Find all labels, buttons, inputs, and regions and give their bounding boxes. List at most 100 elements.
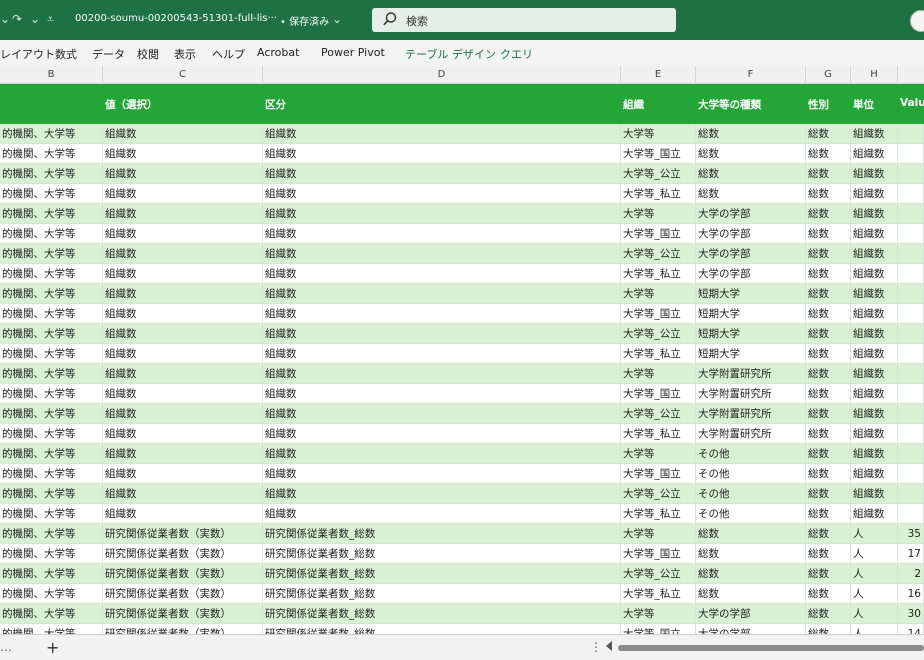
cell-value[interactable] <box>898 404 924 424</box>
cell-g[interactable]: 総数 <box>806 244 851 264</box>
cell-h[interactable]: 組織数 <box>851 384 898 404</box>
cell-e[interactable]: 大学等_私立 <box>621 584 696 604</box>
menu-query[interactable]: クエリ <box>500 46 533 62</box>
cell-c[interactable]: 研究関係従業者数（実数） <box>103 564 263 584</box>
cell-c[interactable]: 組織数 <box>103 204 263 224</box>
cell-f[interactable]: 大学の学部 <box>696 204 806 224</box>
cell-f[interactable]: 総数 <box>696 584 806 604</box>
cell-c[interactable]: 組織数 <box>103 444 263 464</box>
cell-f[interactable]: 大学の学部 <box>696 244 806 264</box>
cell-e[interactable]: 大学等_国立 <box>621 464 696 484</box>
column-header-g[interactable]: G <box>806 66 851 84</box>
cell-c[interactable]: 組織数 <box>103 464 263 484</box>
cell-d[interactable]: 研究関係従業者数_総数 <box>263 564 621 584</box>
cell-c[interactable]: 組織数 <box>103 164 263 184</box>
cell-g[interactable]: 総数 <box>806 484 851 504</box>
menu-power-pivot[interactable]: Power Pivot <box>321 46 385 59</box>
cell-c[interactable]: 研究関係従業者数（実数） <box>103 524 263 544</box>
cell-e[interactable]: 大学等_公立 <box>621 404 696 424</box>
chevron-down-icon[interactable]: ⌄ <box>332 12 342 26</box>
cell-value[interactable] <box>898 424 924 444</box>
cell-f[interactable]: 大学附置研究所 <box>696 384 806 404</box>
cell-b[interactable]: 的機関、大学等 <box>0 184 103 204</box>
redo-dropdown-icon[interactable]: ⌄ <box>30 12 40 26</box>
cell-h[interactable]: 組織数 <box>851 484 898 504</box>
cell-d[interactable]: 組織数 <box>263 144 621 164</box>
menu-acrobat[interactable]: Acrobat <box>257 46 299 59</box>
cell-value[interactable] <box>898 444 924 464</box>
cell-f[interactable]: その他 <box>696 484 806 504</box>
cell-h[interactable]: 組織数 <box>851 324 898 344</box>
save-status[interactable]: • 保存済み <box>280 13 329 28</box>
cell-value[interactable] <box>898 144 924 164</box>
cell-d[interactable]: 研究関係従業者数_総数 <box>263 544 621 564</box>
cell-g[interactable]: 総数 <box>806 264 851 284</box>
cell-c[interactable]: 組織数 <box>103 344 263 364</box>
add-sheet-button[interactable]: + <box>46 638 59 657</box>
cell-h[interactable]: 組織数 <box>851 464 898 484</box>
cell-b[interactable]: 的機関、大学等 <box>0 404 103 424</box>
cell-d[interactable]: 組織数 <box>263 404 621 424</box>
cell-e[interactable]: 大学等_国立 <box>621 624 696 634</box>
cell-b[interactable]: 的機関、大学等 <box>0 484 103 504</box>
cell-d[interactable]: 組織数 <box>263 384 621 404</box>
cell-e[interactable]: 大学等_公立 <box>621 324 696 344</box>
file-name[interactable]: 00200-soumu-00200543-51301-full-lis··· <box>75 13 277 24</box>
cell-value[interactable]: 14 <box>898 624 924 634</box>
cell-value[interactable] <box>898 164 924 184</box>
column-header-e[interactable]: E <box>621 66 696 84</box>
cell-g[interactable]: 総数 <box>806 144 851 164</box>
sheet-list-ellipsis[interactable]: … <box>0 640 12 654</box>
cell-g[interactable]: 総数 <box>806 424 851 444</box>
avatar[interactable] <box>910 10 924 32</box>
cell-h[interactable]: 組織数 <box>851 164 898 184</box>
cell-f[interactable]: 大学の学部 <box>696 604 806 624</box>
cell-value[interactable] <box>898 124 924 144</box>
cell-f[interactable]: 短期大学 <box>696 324 806 344</box>
cell-d[interactable]: 組織数 <box>263 364 621 384</box>
search-box[interactable]: 検索 <box>372 8 676 32</box>
cell-e[interactable]: 大学等_私立 <box>621 184 696 204</box>
cell-e[interactable]: 大学等 <box>621 524 696 544</box>
header-university-type[interactable]: 大学等の種類 <box>698 97 761 112</box>
header-category[interactable]: 区分 <box>265 97 286 112</box>
cell-g[interactable]: 総数 <box>806 304 851 324</box>
cell-e[interactable]: 大学等_私立 <box>621 424 696 444</box>
cell-e[interactable]: 大学等 <box>621 124 696 144</box>
cell-d[interactable]: 組織数 <box>263 204 621 224</box>
menu-data[interactable]: データ <box>92 46 125 62</box>
cell-g[interactable]: 総数 <box>806 444 851 464</box>
cell-h[interactable]: 人 <box>851 584 898 604</box>
cell-d[interactable]: 組織数 <box>263 284 621 304</box>
cell-h[interactable]: 組織数 <box>851 184 898 204</box>
cell-h[interactable]: 組織数 <box>851 264 898 284</box>
cell-f[interactable]: 短期大学 <box>696 304 806 324</box>
cell-b[interactable]: 的機関、大学等 <box>0 124 103 144</box>
cell-e[interactable]: 大学等_国立 <box>621 384 696 404</box>
cell-h[interactable]: 組織数 <box>851 144 898 164</box>
cell-h[interactable]: 人 <box>851 564 898 584</box>
cell-e[interactable]: 大学等_公立 <box>621 164 696 184</box>
cell-e[interactable]: 大学等_私立 <box>621 504 696 524</box>
cell-value[interactable] <box>898 244 924 264</box>
cell-c[interactable]: 研究関係従業者数（実数） <box>103 544 263 564</box>
cell-e[interactable]: 大学等_公立 <box>621 484 696 504</box>
cell-h[interactable]: 組織数 <box>851 404 898 424</box>
cell-d[interactable]: 組織数 <box>263 324 621 344</box>
cell-b[interactable]: 的機関、大学等 <box>0 544 103 564</box>
cell-h[interactable]: 組織数 <box>851 244 898 264</box>
cell-e[interactable]: 大学等_公立 <box>621 564 696 584</box>
cell-value[interactable]: 35 <box>898 524 924 544</box>
tab-splitter-handle[interactable]: ⋮ <box>590 640 602 654</box>
cell-b[interactable]: 的機関、大学等 <box>0 144 103 164</box>
cell-g[interactable]: 総数 <box>806 324 851 344</box>
spreadsheet-grid[interactable]: 値（選択） 区分 組織 大学等の種類 性別 単位 Valu 的機関、大学等 組織数… <box>0 84 924 634</box>
header-unit[interactable]: 単位 <box>853 97 874 112</box>
cell-e[interactable]: 大学等_国立 <box>621 144 696 164</box>
cell-c[interactable]: 組織数 <box>103 264 263 284</box>
cell-e[interactable]: 大学等_私立 <box>621 344 696 364</box>
cell-c[interactable]: 組織数 <box>103 224 263 244</box>
cell-g[interactable]: 総数 <box>806 124 851 144</box>
cell-c[interactable]: 組織数 <box>103 124 263 144</box>
cell-value[interactable] <box>898 344 924 364</box>
